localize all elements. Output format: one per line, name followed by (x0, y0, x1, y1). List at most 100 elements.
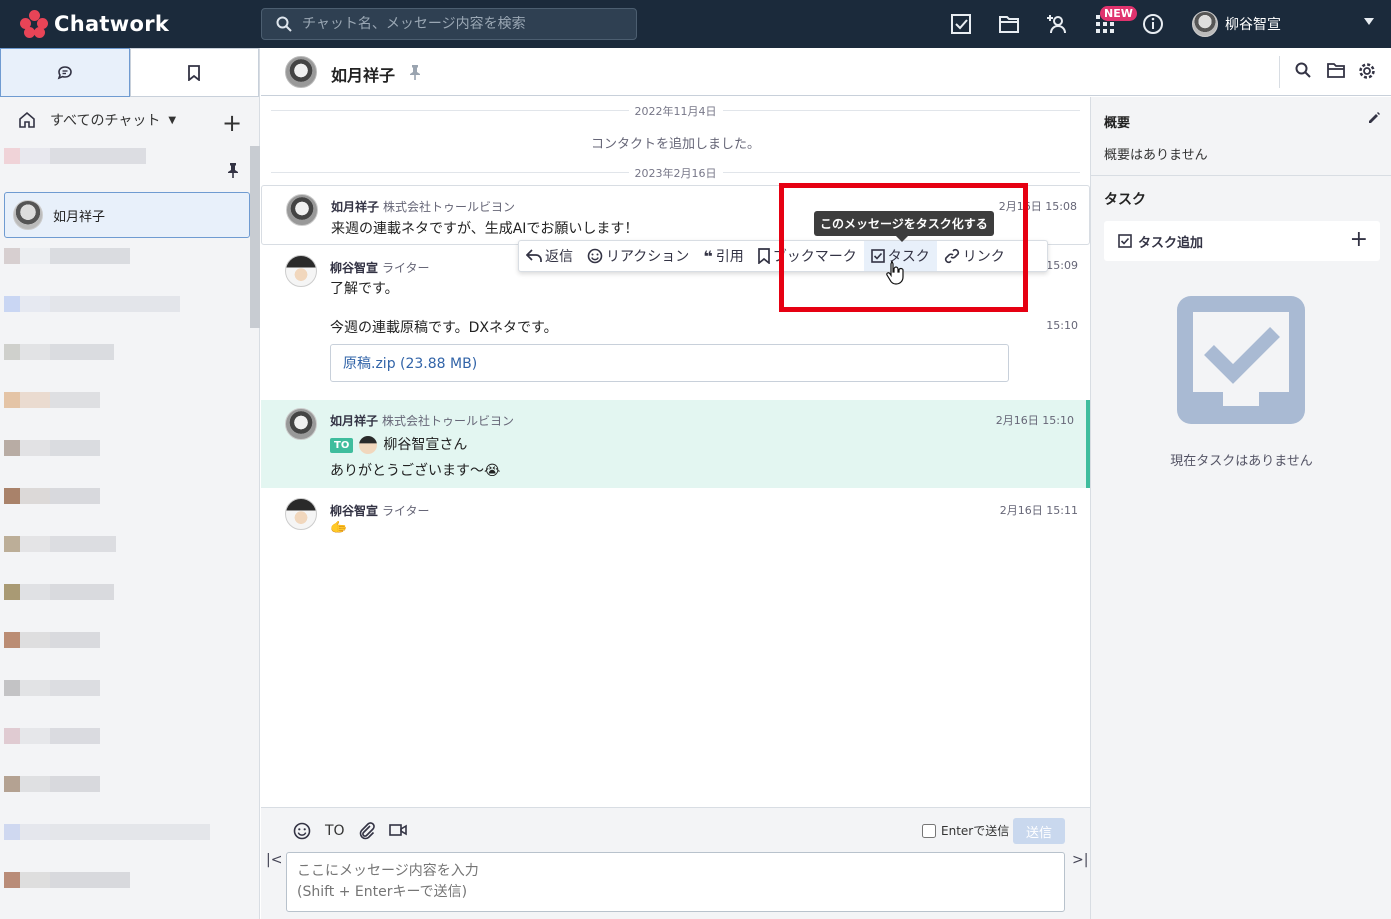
room-settings-gear-icon[interactable] (1358, 62, 1376, 84)
add-chat-button[interactable]: + (222, 109, 242, 137)
chat-avatar (13, 200, 43, 230)
room-avatar[interactable] (285, 56, 317, 88)
filter-caret-icon: ▼ (168, 114, 177, 126)
chat-list-item-blurred[interactable] (4, 632, 100, 668)
chat-list-item-blurred[interactable] (4, 536, 116, 572)
collapse-right-icon[interactable]: >| (1072, 852, 1088, 868)
chat-list-item-blurred[interactable] (4, 440, 100, 476)
chat-list-item-blurred[interactable] (4, 872, 130, 908)
search-box[interactable] (261, 8, 637, 40)
tab-bookmarks[interactable] (129, 48, 259, 97)
message-body: 来週の連載ネタですが、生成AIでお願いします！ (331, 221, 639, 237)
room-files-icon[interactable] (1327, 62, 1345, 82)
emoji-icon[interactable] (293, 822, 311, 844)
plus-icon: + (1349, 227, 1368, 252)
file-attachment-link[interactable]: 原稿.zip (23.88 MB) (330, 344, 1009, 382)
task-checkbox-icon[interactable] (949, 12, 973, 36)
app-name: Chatwork (54, 12, 170, 36)
sender-avatar[interactable] (286, 194, 318, 226)
sender-avatar[interactable] (285, 255, 317, 287)
sender-name[interactable]: 如月祥子 株式会社トゥールビヨン (330, 412, 514, 429)
user-menu[interactable]: 柳谷智宣 (1192, 11, 1281, 37)
chat-sidebar: すべてのチャット ▼ + 如月祥子 (0, 48, 260, 919)
chat-list-item-blurred[interactable] (4, 728, 100, 764)
pin-icon[interactable] (226, 162, 240, 182)
add-contact-icon[interactable] (1045, 12, 1069, 36)
sender-name[interactable]: 柳谷智宣 ライター (330, 259, 430, 276)
more-icon: ⋮ (1018, 248, 1033, 264)
message-time: 15:10 (1046, 319, 1078, 332)
message-body: ありがとうございます〜😭 (330, 463, 501, 479)
message-timeline: 2022年11月4日 コンタクトを追加しました。 2023年2月16日 如月祥子… (261, 97, 1090, 807)
more-actions-button[interactable]: ⋮ (1012, 241, 1040, 271)
search-input[interactable] (302, 16, 622, 32)
quote-button[interactable]: ❝ 引用 (696, 241, 750, 271)
message-time: 15:09 (1046, 259, 1078, 272)
chatwork-logo-icon (20, 10, 48, 38)
message-input[interactable] (286, 852, 1065, 912)
message[interactable]: 柳谷智宣 ライター 2月16日 15:11 🫱 (261, 490, 1090, 546)
user-menu-chevron-down-icon[interactable] (1364, 18, 1374, 25)
quote-icon: ❝ (703, 246, 713, 266)
message-time: 2月16日 15:10 (995, 414, 1074, 427)
chat-bubble-icon (57, 65, 72, 79)
chat-list-item-blurred[interactable] (4, 296, 180, 332)
bookmark-icon (757, 248, 770, 264)
message-time: 2月16日 15:11 (999, 504, 1078, 517)
smiley-icon (587, 248, 603, 264)
message-mention[interactable]: 如月祥子 株式会社トゥールビヨン 2月16日 15:10 TO 柳谷智宣さん ありが… (261, 400, 1090, 488)
enter-to-send-toggle[interactable]: Enterで送信 (922, 822, 1009, 839)
message-body: 🫱 (330, 520, 348, 536)
chat-list-item-selected[interactable]: 如月祥子 (4, 192, 250, 238)
all-chats-filter[interactable]: すべてのチャット ▼ (18, 110, 176, 130)
chat-list-item-blurred[interactable] (4, 148, 146, 184)
top-bar: Chatwork NEW 柳谷智宣 (0, 0, 1391, 48)
sidebar-scrollbar[interactable] (250, 146, 260, 328)
mention-name: 柳谷智宣さん (383, 437, 468, 453)
chat-list-item-blurred[interactable] (4, 344, 114, 380)
send-button[interactable]: 送信 (1013, 818, 1065, 844)
add-task-button[interactable]: タスク追加 + (1104, 221, 1380, 261)
task-checkbox-icon (1118, 234, 1132, 248)
mention-line: TO 柳谷智宣さん (330, 434, 467, 454)
info-icon[interactable] (1141, 12, 1165, 36)
tab-chats[interactable] (0, 48, 130, 97)
mention-avatar (359, 436, 378, 454)
user-name: 柳谷智宣 (1225, 17, 1281, 33)
chat-list-item-blurred[interactable] (4, 824, 210, 860)
chat-list-item-blurred[interactable] (4, 584, 114, 620)
reaction-button[interactable]: リアクション (580, 241, 696, 271)
room-pin-icon[interactable] (409, 64, 421, 84)
summary-text: 概要はありません (1104, 148, 1208, 163)
enter-to-send-checkbox[interactable] (922, 823, 936, 838)
message-action-bar: 返信 リアクション ❝ 引用 ブックマーク タスク リンク ⋮ (518, 240, 1048, 272)
message-time: 2月16日 15:08 (998, 200, 1077, 213)
attach-file-icon[interactable] (358, 822, 376, 844)
chat-list-item-blurred[interactable] (4, 680, 100, 716)
room-search-icon[interactable] (1295, 62, 1311, 82)
sender-avatar[interactable] (285, 498, 317, 530)
to-button[interactable]: TO (325, 823, 345, 839)
chat-list-item-blurred[interactable] (4, 248, 130, 284)
chat-list-item-blurred[interactable] (4, 392, 100, 428)
reply-button[interactable]: 返信 (519, 241, 580, 271)
to-tag: TO (330, 437, 354, 453)
chat-list-item-blurred[interactable] (4, 776, 100, 812)
link-button[interactable]: リンク (937, 241, 1012, 271)
link-icon (944, 248, 959, 264)
edit-pencil-icon[interactable] (1367, 111, 1381, 129)
folder-icon[interactable] (997, 12, 1021, 36)
chat-list-item-blurred[interactable] (4, 488, 100, 524)
bookmark-button[interactable]: ブックマーク (751, 241, 864, 271)
video-call-icon[interactable] (389, 822, 407, 842)
empty-task-checkbox-icon (1177, 296, 1305, 424)
empty-task-text: 現在タスクはありません (1170, 454, 1313, 469)
all-chats-label: すべてのチャット (50, 113, 161, 129)
panel-divider (1091, 175, 1391, 176)
sender-avatar[interactable] (285, 408, 317, 440)
chatwork-logo[interactable]: Chatwork (20, 10, 169, 38)
collapse-left-icon[interactable]: |< (266, 852, 282, 868)
sender-name[interactable]: 如月祥子 株式会社トゥールビヨン (331, 198, 515, 215)
sender-name[interactable]: 柳谷智宣 ライター (330, 502, 430, 519)
task-tooltip: このメッセージをタスク化する (814, 211, 994, 242)
